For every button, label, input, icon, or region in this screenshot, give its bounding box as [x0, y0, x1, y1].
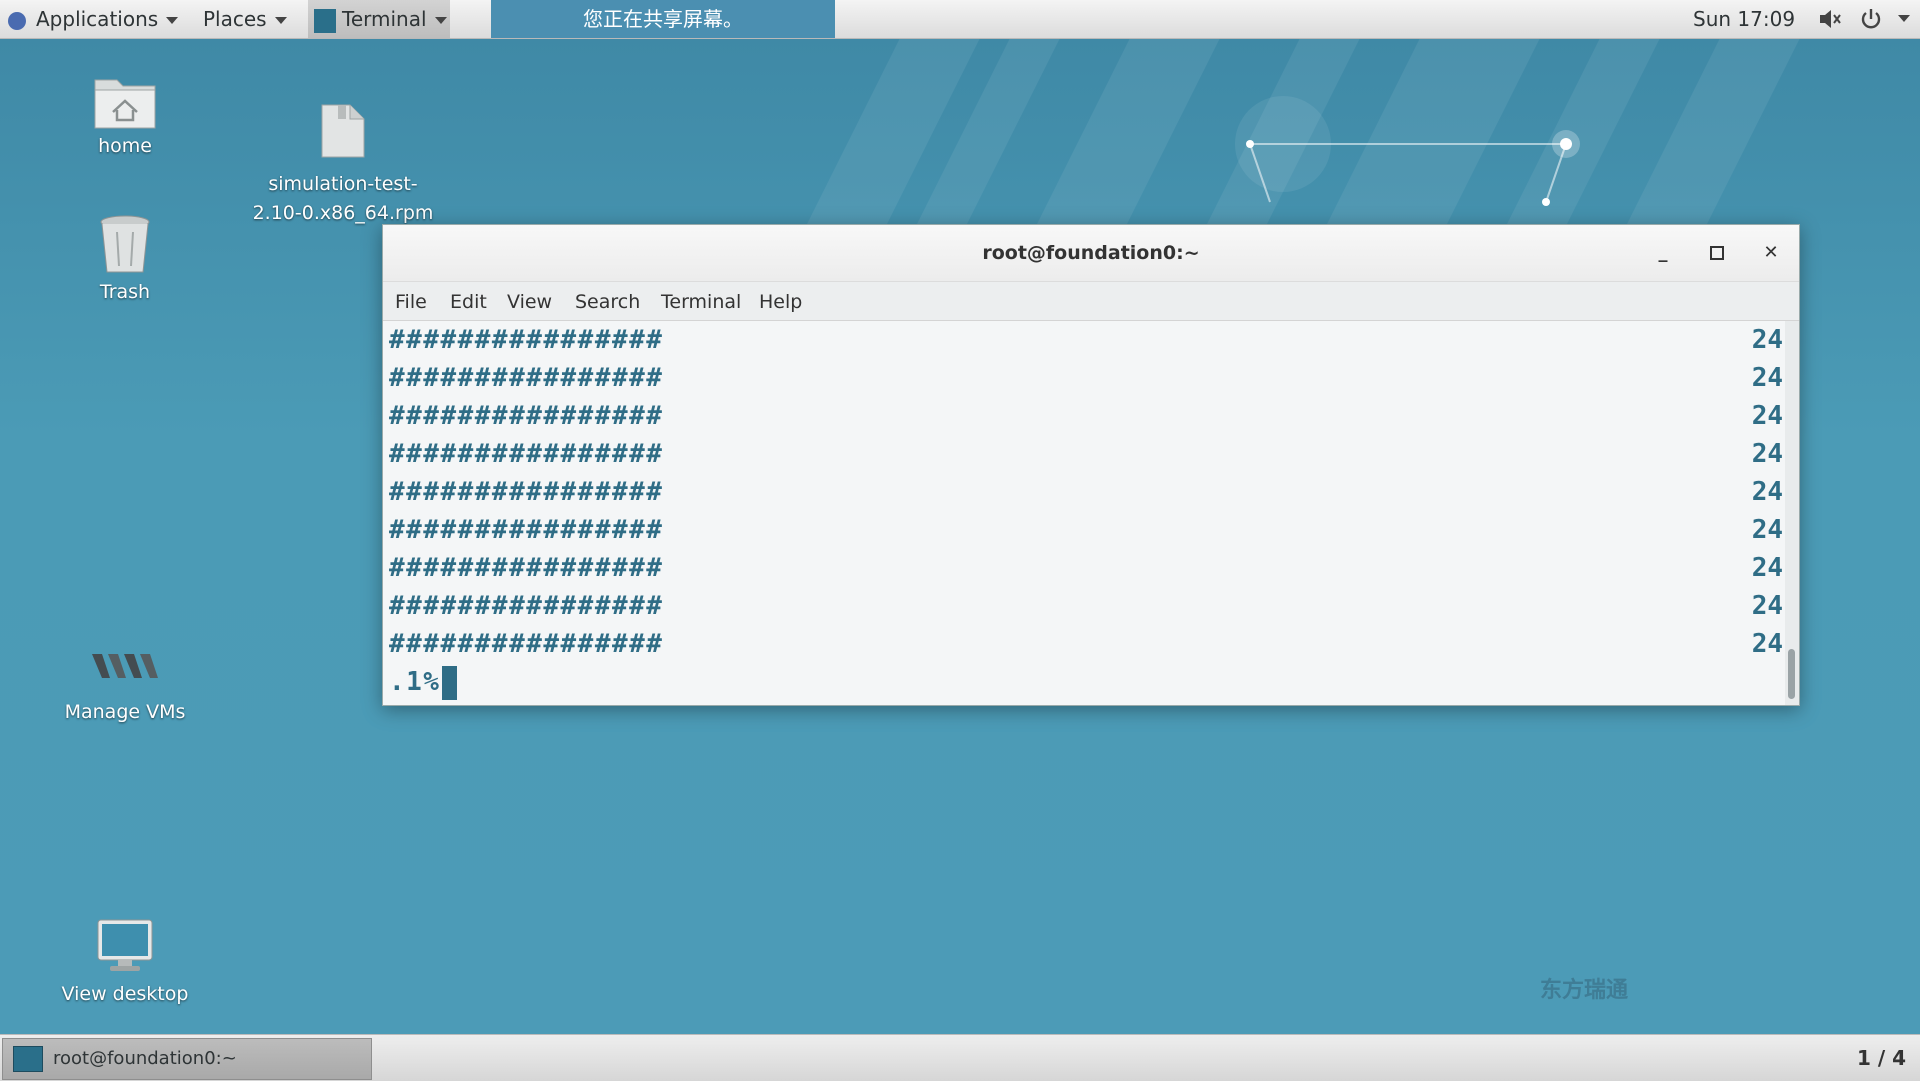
taskbar-item-terminal[interactable]: root@foundation0:~	[2, 1038, 372, 1080]
terminal-menubar: File Edit View Search Terminal Help	[383, 282, 1799, 321]
window-titlebar[interactable]: root@foundation0:~ _ ✕	[383, 225, 1799, 282]
terminal-output[interactable]: ################ 24 ################ 24 …	[383, 321, 1785, 705]
terminal-window[interactable]: root@foundation0:~ _ ✕ File Edit View Se…	[382, 224, 1800, 706]
package-file-icon	[321, 104, 365, 158]
desktop-icon-view-desktop[interactable]: View desktop	[55, 918, 195, 1005]
menu-view[interactable]: View	[507, 282, 552, 322]
output-number: 24	[1751, 515, 1783, 545]
output-line: ################	[389, 325, 664, 355]
bottom-panel: root@foundation0:~ 1 / 4	[0, 1034, 1920, 1081]
menu-edit[interactable]: Edit	[450, 282, 487, 322]
output-number: 24	[1751, 325, 1783, 355]
output-number: 24	[1751, 477, 1783, 507]
close-button[interactable]: ✕	[1757, 239, 1785, 267]
home-folder-icon	[94, 79, 156, 129]
output-number: 24	[1751, 591, 1783, 621]
minimize-button[interactable]: _	[1649, 239, 1677, 267]
terminal-app-menu[interactable]: Terminal	[308, 0, 450, 38]
window-title: root@foundation0:~	[982, 242, 1200, 264]
prompt-line: .1%	[389, 663, 458, 701]
taskbar-item-label: root@foundation0:~	[53, 1048, 237, 1069]
output-line: ################	[389, 439, 664, 469]
desktop-icon-manage-vms[interactable]: Manage VMs	[60, 650, 190, 723]
terminal-label: Terminal	[342, 7, 427, 31]
desktop-icon-label: Manage VMs	[64, 701, 186, 723]
menu-file[interactable]: File	[395, 282, 427, 322]
output-line: ################	[389, 591, 664, 621]
output-number: 24	[1751, 363, 1783, 393]
terminal-scrollbar[interactable]	[1785, 321, 1799, 705]
menu-help[interactable]: Help	[759, 282, 802, 322]
output-line: ################	[389, 553, 664, 583]
menu-terminal[interactable]: Terminal	[661, 282, 741, 322]
places-label: Places	[203, 7, 267, 31]
chevron-down-icon[interactable]	[1898, 15, 1910, 22]
desktop-icon-label: Trash	[99, 281, 151, 303]
power-icon[interactable]	[1860, 8, 1882, 30]
maximize-button[interactable]	[1703, 239, 1731, 267]
progress-text: .1%	[389, 667, 441, 697]
chevron-down-icon	[166, 17, 179, 24]
desktop-icon-home[interactable]: home	[70, 72, 180, 157]
workspace-indicator[interactable]: 1 / 4	[1857, 1035, 1906, 1081]
chevron-down-icon	[274, 17, 287, 24]
desktop-icon-label: simulation-test- 2.10-0.x86_64.rpm	[252, 173, 434, 224]
text-cursor	[442, 665, 458, 700]
desktop-icon-label: home	[98, 135, 152, 157]
top-panel: Applications Places Terminal 您正在共享屏幕。 Su…	[0, 0, 1920, 39]
vm-icon	[92, 654, 158, 678]
terminal-icon	[314, 8, 336, 33]
menu-search[interactable]: Search	[575, 282, 640, 322]
output-line: ################	[389, 629, 664, 659]
places-menu[interactable]: Places	[203, 0, 287, 38]
output-line: ################	[389, 363, 664, 393]
maximize-icon	[1710, 246, 1724, 260]
terminal-icon	[13, 1046, 43, 1072]
monitor-icon	[97, 919, 153, 971]
output-line: ################	[389, 515, 664, 545]
output-line: ################	[389, 401, 664, 431]
applications-label: Applications	[36, 7, 159, 31]
volume-muted-icon[interactable]	[1818, 8, 1842, 30]
screen-share-banner: 您正在共享屏幕。	[491, 0, 835, 38]
clock[interactable]: Sun 17:09	[1693, 0, 1795, 38]
output-number: 24	[1751, 401, 1783, 431]
scrollbar-thumb[interactable]	[1788, 649, 1795, 699]
watermark: 东方瑞通	[1540, 978, 1629, 1003]
trash-icon	[100, 215, 150, 273]
output-line: ################	[389, 477, 664, 507]
output-number: 24	[1751, 629, 1783, 659]
chevron-down-icon	[434, 17, 447, 24]
desktop-icon-trash[interactable]: Trash	[70, 214, 180, 303]
output-number: 24	[1751, 553, 1783, 583]
desktop-icon-label: View desktop	[61, 983, 189, 1005]
gnome-foot-icon	[8, 11, 26, 30]
applications-menu[interactable]: Applications	[8, 0, 179, 38]
output-number: 24	[1751, 439, 1783, 469]
